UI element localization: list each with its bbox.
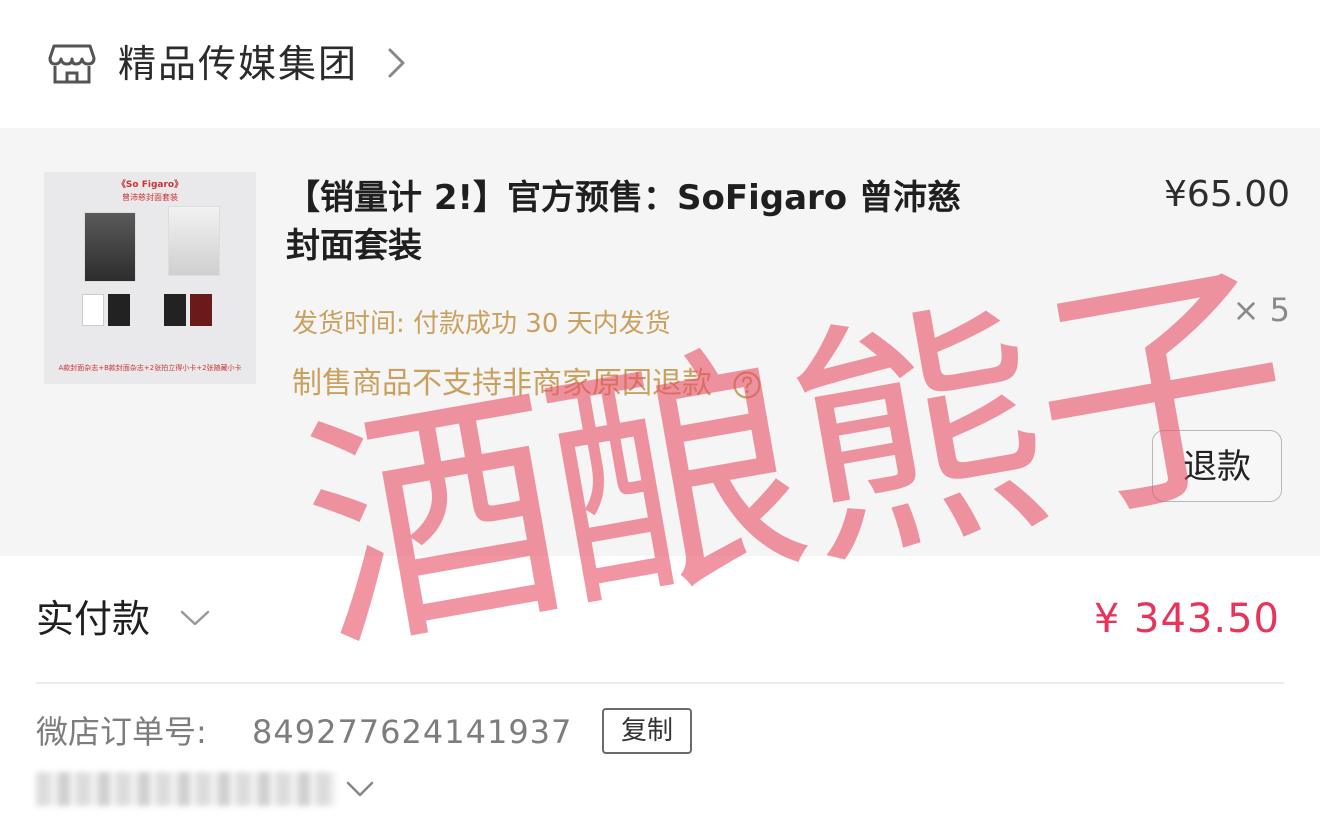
chevron-right-icon[interactable] bbox=[386, 46, 408, 80]
redacted-text bbox=[36, 772, 336, 806]
photo-card bbox=[164, 294, 186, 326]
shop-header[interactable]: 精品传媒集团 bbox=[0, 0, 1320, 128]
chevron-down-icon[interactable] bbox=[344, 778, 376, 800]
photo-card bbox=[190, 294, 212, 326]
order-number-label: 微店订单号: bbox=[36, 713, 207, 751]
photo-card bbox=[108, 294, 130, 326]
magazine-cover-a bbox=[84, 212, 136, 282]
shop-name[interactable]: 精品传媒集团 bbox=[118, 36, 358, 92]
paid-amount-label[interactable]: 实付款 bbox=[36, 592, 150, 646]
magazine-cover-b bbox=[168, 206, 220, 276]
thumbnail-title: 《So Figaro》 bbox=[116, 180, 184, 190]
divider bbox=[36, 682, 1284, 684]
product-thumbnail[interactable]: 《So Figaro》 曾沛慈封面套装 A款封面杂志+B款封面杂志+2张拍立得小… bbox=[44, 172, 256, 384]
thumbnail-subtitle: 曾沛慈封面套装 bbox=[122, 193, 178, 202]
photo-card bbox=[82, 294, 104, 326]
thumbnail-caption: A款封面杂志+B款封面杂志+2张拍立得小卡+2张随藏小卡 bbox=[58, 364, 242, 372]
paid-amount: ¥ 343.50 bbox=[1093, 596, 1280, 642]
copy-button[interactable]: 复制 bbox=[602, 708, 692, 754]
chevron-down-icon[interactable] bbox=[178, 606, 212, 630]
shop-icon bbox=[48, 44, 96, 84]
